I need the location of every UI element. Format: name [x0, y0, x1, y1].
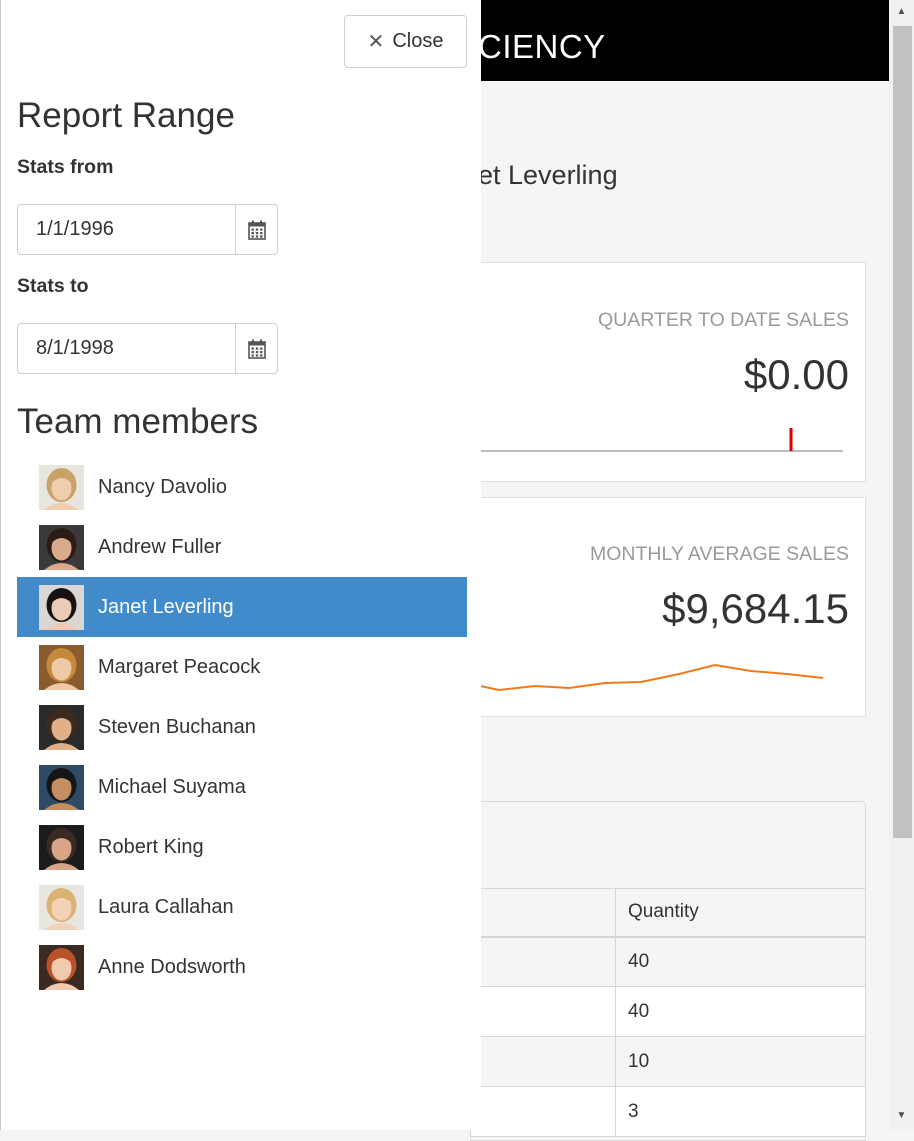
grid-cell-quantity: 3 — [615, 1086, 866, 1137]
stats-from-label: Stats from — [17, 156, 114, 178]
card-value: $9,684.15 — [662, 585, 849, 632]
monthly-average-card: MONTHLY AVERAGE SALES $9,684.15 — [470, 497, 866, 717]
grid-cell — [470, 1036, 616, 1087]
table-row[interactable]: 10 — [470, 1036, 866, 1087]
team-member-name: Janet Leverling — [98, 595, 234, 618]
stats-from-calendar-button[interactable] — [235, 205, 277, 254]
grid-cell — [470, 936, 616, 987]
page-scrollbar[interactable]: ▲ ▼ — [889, 0, 914, 1130]
scroll-thumb[interactable] — [893, 26, 912, 838]
close-icon: ✕ — [367, 30, 385, 53]
grid-cell — [470, 986, 616, 1037]
team-member-name: Michael Suyama — [98, 775, 246, 798]
side-drawer: ✕ Close Report Range Stats from Stats to — [0, 0, 481, 1130]
team-member-name: Andrew Fuller — [98, 535, 222, 558]
avatar — [39, 584, 84, 630]
close-button[interactable]: ✕ Close — [344, 15, 467, 68]
avatar — [39, 884, 84, 930]
team-member-item[interactable]: Robert King — [17, 817, 467, 877]
grid-cell — [470, 1086, 616, 1137]
team-member-item[interactable]: Laura Callahan — [17, 877, 467, 937]
close-label: Close — [392, 30, 444, 52]
team-member-name: Margaret Peacock — [98, 655, 261, 678]
stats-to-label: Stats to — [17, 275, 89, 297]
stats-from-datepicker — [17, 204, 278, 255]
calendar-icon — [247, 339, 266, 359]
grid-header-quantity[interactable]: Quantity — [615, 888, 866, 938]
table-row[interactable]: 40 — [470, 986, 866, 1037]
team-member-name: Robert King — [98, 835, 204, 858]
team-member-name: Steven Buchanan — [98, 715, 256, 738]
team-member-item[interactable]: Andrew Fuller — [17, 517, 467, 577]
grid-cell-quantity: 40 — [615, 936, 866, 987]
avatar — [39, 824, 84, 870]
team-member-item[interactable]: Anne Dodsworth — [17, 937, 467, 997]
avatar — [39, 944, 84, 990]
table-row[interactable]: 40 — [470, 936, 866, 987]
team-member-name: Anne Dodsworth — [98, 955, 246, 978]
team-members-title: Team members — [17, 402, 259, 441]
avatar — [39, 464, 84, 510]
card-label: MONTHLY AVERAGE SALES — [589, 543, 849, 565]
card-label: QUARTER TO DATE SALES — [597, 309, 849, 331]
team-member-name: Nancy Davolio — [98, 475, 227, 498]
employee-name: et Leverling — [478, 160, 618, 190]
stats-to-datepicker — [17, 323, 278, 374]
stats-to-input[interactable] — [18, 324, 235, 373]
report-range-title: Report Range — [17, 96, 235, 135]
grid-header-row: Quantity — [470, 888, 866, 938]
table-row[interactable]: 3 — [470, 1086, 866, 1137]
orders-grid: Quantity 40 40 10 3 — [470, 888, 866, 1137]
team-member-item[interactable]: Nancy Davolio — [17, 457, 467, 517]
avatar — [39, 764, 84, 810]
stats-from-input[interactable] — [18, 205, 235, 254]
grid-header-cell[interactable] — [470, 888, 616, 938]
team-member-item[interactable]: Steven Buchanan — [17, 697, 467, 757]
team-member-item[interactable]: Margaret Peacock — [17, 637, 467, 697]
card-value: $0.00 — [743, 351, 849, 398]
monthly-sparkline-line — [471, 663, 824, 692]
scroll-up-arrow-icon[interactable]: ▲ — [889, 2, 914, 22]
grid-cell-quantity: 40 — [615, 986, 866, 1037]
grid-cell-quantity: 10 — [615, 1036, 866, 1087]
team-member-item[interactable]: Michael Suyama — [17, 757, 467, 817]
avatar — [39, 704, 84, 750]
avatar — [39, 644, 84, 690]
calendar-icon — [247, 220, 266, 240]
stats-to-calendar-button[interactable] — [235, 324, 277, 373]
scroll-down-arrow-icon[interactable]: ▼ — [889, 1106, 914, 1126]
team-members-list: Nancy Davolio Andrew Fuller Janet Leverlin… — [17, 457, 467, 997]
avatar — [39, 524, 84, 570]
app-title: CIENCY — [478, 28, 606, 65]
team-member-name: Laura Callahan — [98, 895, 234, 918]
team-member-item[interactable]: Janet Leverling — [17, 577, 467, 637]
quarter-to-date-card: QUARTER TO DATE SALES $0.00 — [470, 262, 866, 482]
